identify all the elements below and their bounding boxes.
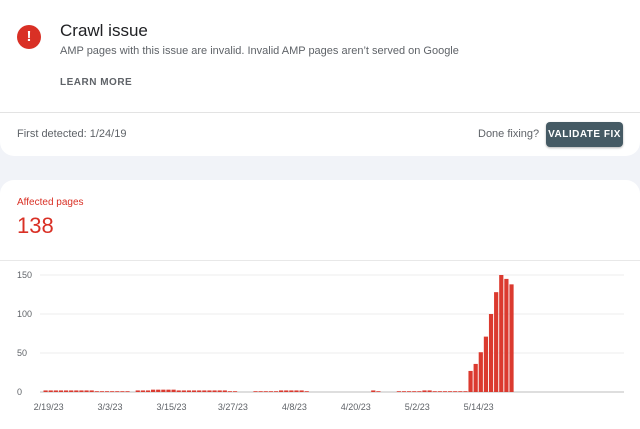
validate-fix-button[interactable]: VALIDATE FIX: [546, 122, 623, 147]
bar: [371, 390, 376, 392]
y-tick-label: 0: [17, 387, 22, 397]
bar: [84, 390, 89, 392]
bar: [151, 389, 156, 392]
bar: [79, 390, 84, 392]
bar: [74, 390, 79, 392]
bar: [212, 390, 217, 392]
bar: [417, 391, 422, 392]
bar: [509, 284, 514, 392]
x-tick-label: 5/14/23: [464, 402, 494, 412]
bar: [43, 390, 48, 392]
bar: [396, 391, 401, 392]
bar: [176, 390, 181, 392]
bar: [279, 390, 284, 392]
bar: [488, 314, 494, 392]
bar: [304, 391, 309, 392]
affected-pages-chart: 0 50 100 150 2/19/23 3/3/23 3/15/23 3/27/23 4/8/…: [0, 260, 640, 412]
issue-card: ! Crawl issue AMP pages with this issue …: [0, 0, 640, 156]
bar: [217, 390, 222, 392]
bar: [161, 389, 166, 392]
bar: [181, 390, 186, 392]
bar: [376, 391, 381, 392]
bar: [289, 390, 294, 392]
error-icon: !: [17, 25, 41, 49]
bar: [63, 390, 69, 392]
bar: [273, 391, 279, 392]
bar: [468, 370, 473, 392]
bar: [171, 389, 176, 392]
bar: [258, 391, 263, 392]
bar: [453, 391, 458, 392]
bar: [422, 390, 427, 392]
bar: [253, 391, 258, 392]
bar: [145, 390, 151, 392]
issue-title: Crawl issue: [60, 21, 148, 40]
x-tick-label: 4/20/23: [341, 402, 371, 412]
bar: [166, 389, 171, 392]
bar: [504, 278, 509, 392]
bar: [232, 391, 238, 392]
bar: [94, 391, 99, 392]
bar: [104, 391, 110, 392]
bar: [110, 391, 115, 392]
bar: [53, 390, 58, 392]
bar: [401, 391, 407, 392]
bar: [263, 391, 268, 392]
bar: [191, 390, 197, 392]
affected-pages-card: Affected pages 138 0 50 100 150 2/19/23 3/3/2…: [0, 180, 640, 429]
bar: [115, 391, 120, 392]
y-tick-label: 50: [17, 348, 27, 358]
x-tick-label: 3/15/23: [156, 402, 186, 412]
bar: [207, 390, 212, 392]
bar: [99, 391, 105, 392]
bar: [483, 336, 489, 392]
bar: [463, 391, 468, 392]
bar: [427, 390, 432, 392]
x-tick-label: 5/2/23: [405, 402, 430, 412]
bar: [499, 275, 504, 392]
bar: [412, 391, 417, 392]
bar: [202, 390, 207, 392]
bar: [458, 391, 463, 392]
bar: [48, 390, 53, 392]
bar: [140, 390, 145, 392]
done-fixing-label: Done fixing?: [478, 128, 540, 140]
bar: [268, 391, 273, 392]
bar: [442, 391, 448, 392]
y-tick-label: 150: [17, 270, 32, 280]
bar: [156, 389, 161, 392]
bar: [284, 390, 289, 392]
bar: [407, 391, 412, 392]
bar: [186, 390, 192, 392]
bar: [227, 391, 233, 392]
x-tick-label: 4/8/23: [282, 402, 307, 412]
bar: [447, 391, 453, 392]
bar: [432, 391, 437, 392]
bar: [222, 390, 227, 392]
bar: [294, 390, 299, 392]
bar: [89, 390, 94, 392]
x-tick-label: 3/3/23: [98, 402, 123, 412]
learn-more-link[interactable]: LEARN MORE: [60, 77, 132, 88]
first-detected-text: First detected: 1/24/19: [17, 128, 127, 140]
x-tick-label: 2/19/23: [34, 402, 64, 412]
bar: [494, 292, 499, 392]
bar: [478, 352, 483, 392]
x-tick-label: 3/27/23: [218, 402, 248, 412]
bar: [473, 363, 478, 392]
bar: [437, 391, 442, 392]
issue-description: AMP pages with this issue are invalid. I…: [60, 45, 459, 57]
bar: [120, 391, 125, 392]
y-tick-label: 100: [17, 309, 32, 319]
bar: [299, 390, 304, 392]
bar: [197, 390, 202, 392]
bar: [135, 390, 140, 392]
bar: [58, 390, 64, 392]
bar: [125, 391, 130, 392]
divider: [0, 112, 640, 113]
bar: [69, 390, 74, 392]
